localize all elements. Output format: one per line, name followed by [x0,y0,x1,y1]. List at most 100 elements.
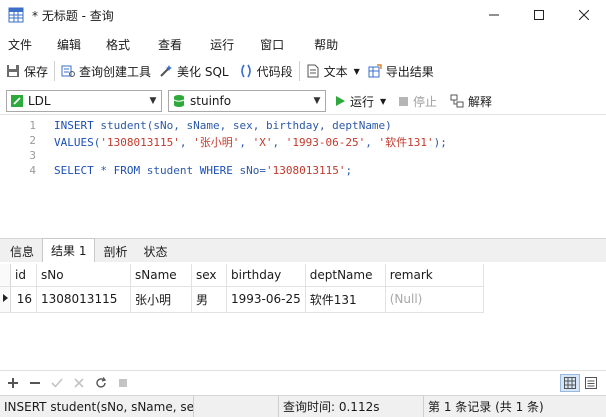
text-mode-button[interactable]: 文本 ▼ [306,59,360,83]
tab-status[interactable]: 状态 [135,240,175,262]
tab-result-1[interactable]: 结果 1 [42,238,96,262]
explain-button[interactable]: 解释 [450,89,492,113]
status-sql: INSERT student(sNo, sName, sex [0,395,194,417]
line-number: 3 [29,149,36,162]
refresh-icon [96,376,107,388]
beautify-sql-button[interactable]: 美化 SQL [159,59,229,83]
maximize-icon [533,10,544,20]
main-toolbar: 保存 查询创建工具 美化 SQL 代码段 文本 ▼ 导出结果 [0,58,606,84]
cell-birthday[interactable]: 1993-06-25 [226,286,306,313]
plus-icon [8,377,18,388]
export-grid-icon [368,64,382,78]
stop-button[interactable]: 停止 [398,89,437,113]
code-line: SELECT * FROM student WHERE sNo='1308013… [54,164,353,177]
column-header-deptname[interactable]: deptName [305,264,386,287]
chevron-down-icon: ▼ [380,96,387,106]
connection-select[interactable]: LDL ▼ [6,90,162,112]
connection-bar: LDL ▼ stuinfo ▼ 运行 ▼ 停止 解释 [0,88,606,114]
cell-remark[interactable]: (Null) [385,286,484,313]
status-record-count: 第 1 条记录 (共 1 条) [428,400,544,414]
document-icon [307,64,319,78]
line-number: 1 [29,119,36,132]
grid-view-button[interactable] [560,373,580,392]
connection-icon [11,95,23,107]
result-grid: id sNo sName sex birthday deptName remar… [0,262,606,370]
minimize-button[interactable] [471,0,516,30]
row-pointer-icon [3,293,8,302]
refresh-button[interactable] [90,372,112,394]
line-number: 4 [29,164,36,177]
cell-deptname[interactable]: 软件131 [305,286,386,313]
run-button[interactable]: 运行 ▼ [334,89,386,113]
delete-record-button[interactable] [24,372,46,394]
status-query-time: 查询时间: 0.112s [278,395,424,417]
column-header-id[interactable]: id [10,264,37,287]
tab-profile[interactable]: 剖析 [95,240,135,262]
add-record-button[interactable] [2,372,24,394]
column-header-sname[interactable]: sName [130,264,192,287]
status-bar: INSERT student(sNo, sName, sex 查询时间: 0.1… [0,395,606,417]
sql-editor[interactable]: 1 2 3 4 INSERT student(sNo, sName, sex, … [0,114,606,238]
query-builder-button[interactable]: 查询创建工具 [61,59,151,83]
row-selector[interactable] [0,286,11,313]
menu-run[interactable]: 运行 [210,36,234,53]
close-button[interactable] [561,0,606,30]
chevron-down-icon: ▼ [149,96,157,106]
stop-label: 停止 [413,94,438,109]
menu-file[interactable]: 文件 [8,36,32,53]
line-number: 2 [29,134,36,147]
cell-sex[interactable]: 男 [191,286,227,313]
menu-view[interactable]: 查看 [158,36,182,53]
toolbar-divider [298,61,300,81]
code-snippet-button[interactable]: 代码段 [239,59,293,83]
form-view-icon [585,376,597,389]
database-value: stuinfo [190,94,232,108]
minimize-icon [488,14,499,16]
maximize-button[interactable] [516,0,561,30]
column-header-sno[interactable]: sNo [36,264,131,287]
play-icon [336,96,345,106]
menu-edit[interactable]: 编辑 [57,36,81,53]
menu-bar: 文件 编辑 格式 查看 运行 窗口 帮助 [0,33,606,55]
database-select[interactable]: stuinfo ▼ [168,90,326,112]
text-mode-label: 文本 [323,64,348,79]
app-icon [8,7,24,23]
menu-help[interactable]: 帮助 [314,36,338,53]
cell-sno[interactable]: 1308013115 [36,286,131,313]
cell-id[interactable]: 16 [10,286,37,313]
menu-format[interactable]: 格式 [106,36,130,53]
menu-window[interactable]: 窗口 [260,36,284,53]
stop-fetch-button[interactable] [112,372,134,394]
line-number-gutter: 1 2 3 4 [0,115,42,239]
close-icon [578,10,589,20]
explain-icon [450,94,464,108]
save-button[interactable]: 保存 [6,59,48,83]
table-row[interactable]: 16 1308013115 张小明 男 1993-06-25 软件131 (Nu… [0,286,484,313]
query-builder-label: 查询创建工具 [79,64,152,79]
stop-icon [119,378,127,387]
row-header-corner [0,264,11,287]
code-line: INSERT student(sNo, sName, sex, birthday… [54,119,392,132]
run-label: 运行 [350,94,375,109]
x-icon [74,377,84,388]
code-snippet-label: 代码段 [256,64,293,79]
explain-label: 解释 [468,94,493,109]
title-bar: * 无标题 - 查询 [0,0,606,30]
apply-changes-button[interactable] [46,372,68,394]
minus-icon [30,381,40,384]
window-title: * 无标题 - 查询 [32,8,114,23]
query-builder-icon [61,65,76,77]
column-header-sex[interactable]: sex [191,264,227,287]
cell-sname[interactable]: 张小明 [130,286,192,313]
tab-info[interactable]: 信息 [2,240,42,262]
result-table: id sNo sName sex birthday deptName remar… [0,264,484,313]
export-results-button[interactable]: 导出结果 [368,59,434,83]
column-header-birthday[interactable]: birthday [226,264,306,287]
stop-icon [399,96,408,106]
column-header-remark[interactable]: remark [385,264,484,287]
database-icon [173,95,185,107]
discard-changes-button[interactable] [68,372,90,394]
form-view-button[interactable] [580,372,602,394]
chevron-down-icon: ▼ [353,66,360,76]
beautify-label: 美化 SQL [177,64,229,79]
